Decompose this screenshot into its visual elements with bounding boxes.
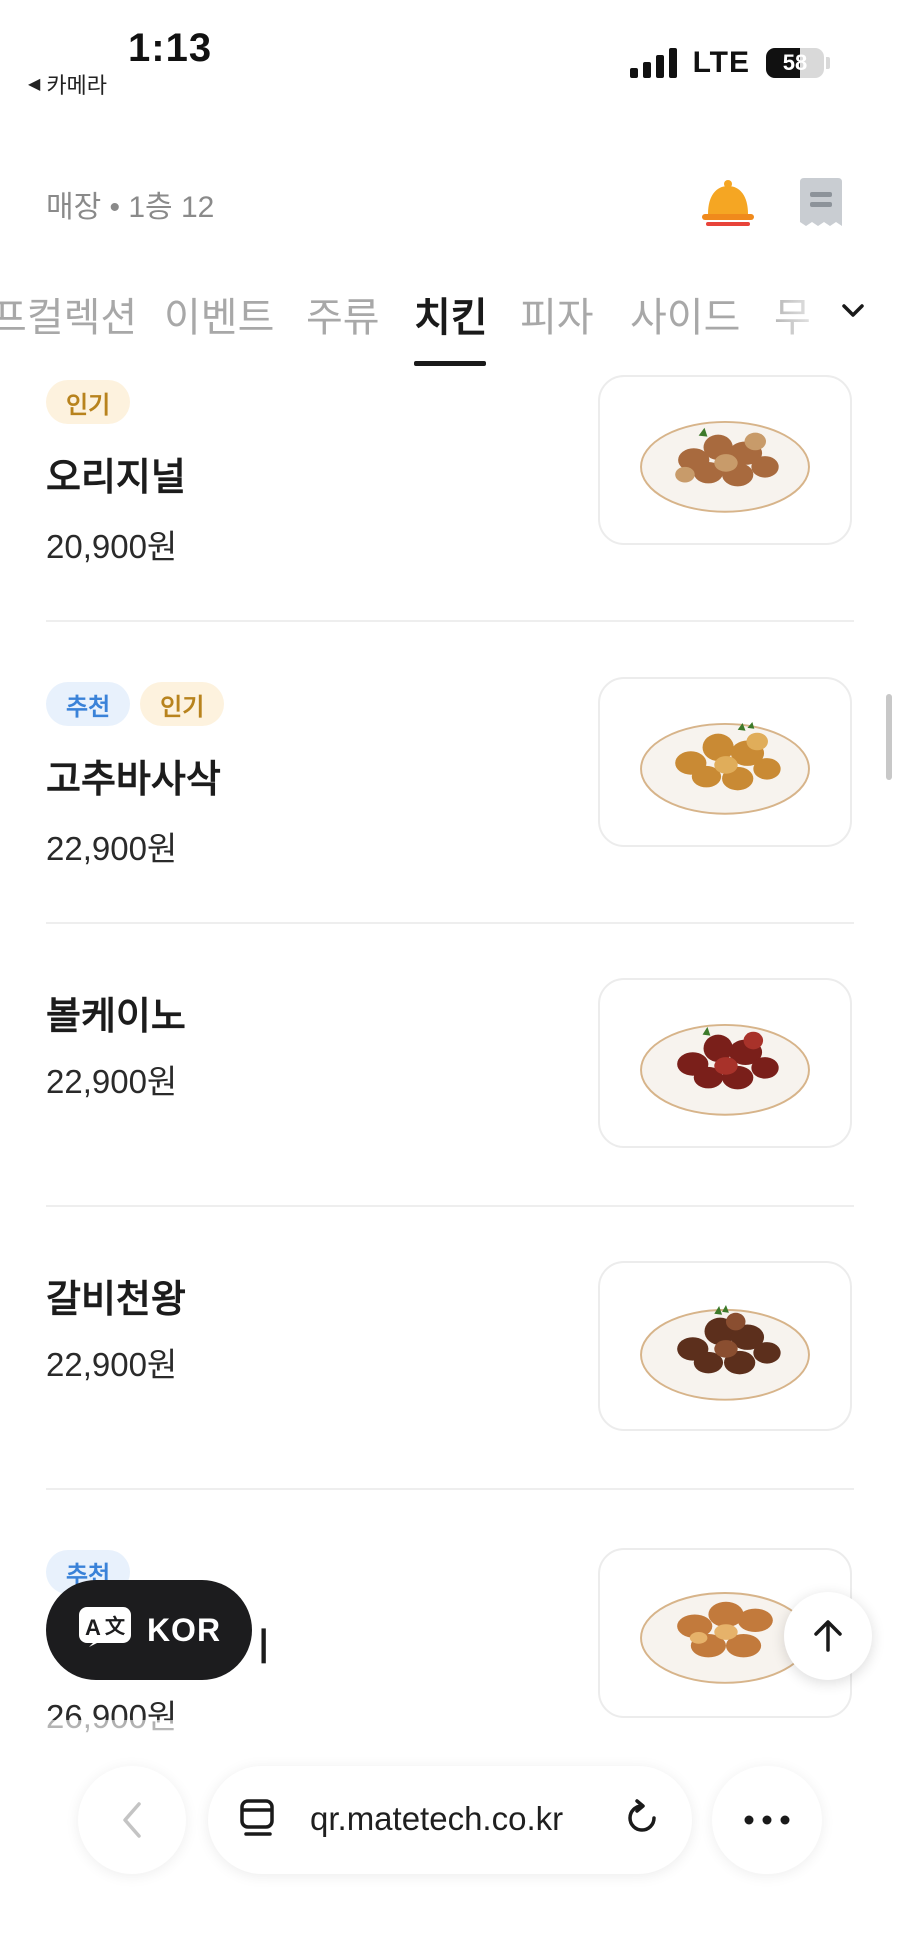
menu-item-gochu[interactable]: 추천 인기 고추바사삭 22,900원 <box>46 677 854 867</box>
menu-image <box>598 375 852 545</box>
battery-level: 58 <box>782 50 808 75</box>
popular-badge: 인기 <box>140 682 225 726</box>
receipt-icon[interactable] <box>798 178 844 228</box>
menu-price: 22,900원 <box>46 1063 178 1100</box>
chevron-left-icon <box>123 1802 141 1838</box>
reader-icon[interactable] <box>238 1798 278 1847</box>
menu-name: 갈비천왕 <box>46 1279 186 1321</box>
menu-item-original[interactable]: 인기 오리지널 20,900원 <box>46 375 854 565</box>
svg-text:A: A <box>85 1615 101 1640</box>
address-bar[interactable]: qr.matetech.co.kr <box>208 1766 692 1874</box>
menu-image <box>598 1261 852 1431</box>
language-toggle-button[interactable]: A 文 KOR <box>46 1580 252 1680</box>
svg-text:文: 文 <box>105 1614 126 1638</box>
more-options-button[interactable] <box>712 1766 822 1874</box>
translate-icon: A 文 <box>77 1605 133 1656</box>
divider <box>46 922 854 924</box>
menu-name: 오리지널 <box>46 457 186 499</box>
menu-price: 20,900원 <box>46 528 178 565</box>
url-text: qr.matetech.co.kr <box>310 1800 564 1837</box>
network-label: LTE <box>692 46 750 79</box>
divider <box>46 620 854 622</box>
store-table-label: 매장 • 1층 12 <box>46 191 215 224</box>
tab-side[interactable]: 사이드 <box>630 285 740 343</box>
back-app-label: 카메라 <box>46 73 108 98</box>
status-time: 1:13 <box>128 26 213 70</box>
divider <box>46 1488 854 1490</box>
signal-icon <box>629 48 677 78</box>
tab-event[interactable]: 이벤트 <box>164 285 274 343</box>
active-tab-indicator <box>414 361 486 366</box>
bell-icon[interactable] <box>700 176 756 228</box>
menu-item-volcano[interactable]: 볼케이노 22,900원 <box>46 978 854 1155</box>
chevron-down-icon[interactable] <box>838 296 868 326</box>
language-label: KOR <box>146 1611 222 1648</box>
menu-image <box>598 677 852 847</box>
status-indicators: LTE 58 <box>629 46 830 80</box>
back-triangle-icon: ◀ <box>28 76 41 93</box>
menu-price: 22,900원 <box>46 830 178 867</box>
menu-name: 볼케이노 <box>46 996 186 1038</box>
back-to-app-link[interactable]: ◀ 카메라 <box>28 68 107 100</box>
tab-chicken[interactable]: 치킨 <box>414 285 488 343</box>
menu-image <box>598 978 852 1148</box>
scrollbar[interactable] <box>886 694 892 780</box>
reload-icon[interactable] <box>620 1796 664 1845</box>
arrow-up-icon <box>814 1620 842 1652</box>
scroll-top-button[interactable] <box>784 1592 872 1680</box>
popular-badge: 인기 <box>46 380 131 424</box>
divider <box>46 1205 854 1207</box>
menu-item-galbi[interactable]: 갈비천왕 22,900원 <box>46 1261 854 1438</box>
recommend-badge: 추천 <box>46 682 131 726</box>
category-tabs: 프컬렉션 이벤트 주류 치킨 피자 사이드 무 <box>0 275 900 367</box>
menu-price: 22,900원 <box>46 1346 178 1383</box>
tab-pizza[interactable]: 피자 <box>520 285 594 343</box>
tab-liquor[interactable]: 주류 <box>306 285 380 343</box>
more-icon <box>744 1815 790 1825</box>
menu-name: 고추바사삭 <box>46 759 221 801</box>
browser-back-button[interactable] <box>78 1766 186 1874</box>
tab-collection[interactable]: 프컬렉션 <box>0 285 137 343</box>
battery-icon: 58 <box>766 48 824 78</box>
